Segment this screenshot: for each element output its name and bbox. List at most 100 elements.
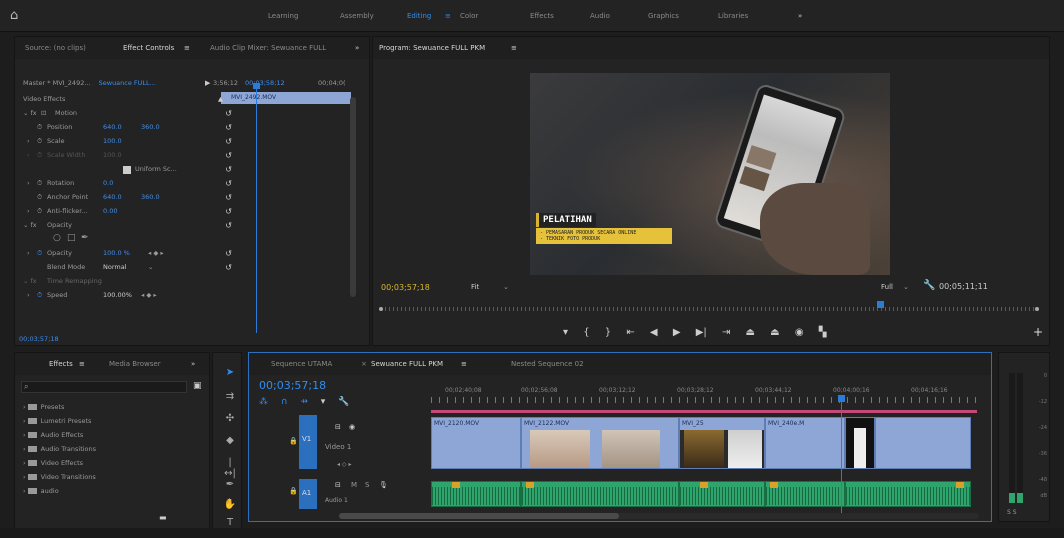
home-icon[interactable]: ⌂ [10,8,18,23]
bin-audio-effects[interactable]: › Audio Effects [23,431,83,445]
timeline-scrollbar[interactable] [339,513,979,519]
tab-close-icon[interactable]: × [361,360,367,368]
workspace-editing[interactable]: Editing [407,12,431,20]
clip-mvi-25[interactable]: MVI_25 [679,417,765,469]
bin-video-transitions[interactable]: › Video Transitions [23,473,96,487]
anchor-stopwatch-icon[interactable]: ⏱ [37,193,42,202]
scale-value[interactable]: 100.0 [103,137,122,145]
folder-icon[interactable]: ▬ [159,513,167,522]
position-x[interactable]: 640.0 [103,123,122,131]
opacity-stopwatch-icon[interactable]: ⏱ [37,249,42,258]
audio-clip-1[interactable] [431,481,521,507]
comparison-view-icon[interactable]: ▚ [819,327,827,338]
tab-timeline-menu-icon[interactable]: ≡ [461,360,467,368]
workspace-assembly[interactable]: Assembly [340,12,374,20]
fit-select[interactable]: Fit [471,283,479,291]
linked-selection-icon[interactable]: ⇸ [300,397,308,407]
go-to-in-icon[interactable]: ⇤ [626,327,634,338]
add-button-icon[interactable]: + [1033,325,1043,339]
speed-value[interactable]: 100.00% [103,291,132,299]
selection-tool-icon[interactable]: ➤ [223,367,237,378]
timeline-timecode[interactable]: 00;03;57;18 [259,379,326,392]
bin-video-effects[interactable]: › Video Effects [23,459,83,473]
track-select-tool-icon[interactable]: ⇉ [223,391,237,402]
pen-mask-icon[interactable]: ✒ [81,233,89,243]
workspace-audio[interactable]: Audio [590,12,610,20]
clip-mvi-240e[interactable]: MVI_240e.M [765,417,845,469]
mark-in-icon[interactable]: { [583,327,589,338]
tab-sequence-utama[interactable]: Sequence UTAMA [271,360,332,368]
reset-position-icon[interactable]: ↺ [225,123,232,132]
program-playhead[interactable] [877,301,884,308]
audio-clip-3[interactable] [679,481,765,507]
workspace-graphics[interactable]: Graphics [648,12,679,20]
reset-motion-icon[interactable]: ↺ [225,109,232,118]
tab-menu-icon[interactable]: ≡ [184,44,190,52]
meter-solo-buttons[interactable]: S S [1007,509,1017,516]
hand-tool-icon[interactable]: ✋ [223,499,237,510]
workspace-learning[interactable]: Learning [268,12,298,20]
step-forward-icon[interactable]: ▶| [696,327,707,338]
slip-tool-icon[interactable]: |↔| [223,457,237,479]
a1-solo-icon[interactable]: S [365,481,369,489]
reset-scale-icon[interactable]: ↺ [225,137,232,146]
clip-end[interactable] [875,417,971,469]
bin-audio[interactable]: › audio [23,487,59,501]
tab-sewuance-full[interactable]: Sewuance FULL PKM [371,360,443,368]
scale-stopwatch-icon[interactable]: ⏱ [37,137,42,146]
step-back-icon[interactable]: ◀ [650,327,658,338]
reset-rotation-icon[interactable]: ↺ [225,179,232,188]
rotation-value[interactable]: 0.0 [103,179,113,187]
position-stopwatch-icon[interactable]: ⏱ [37,123,42,132]
bin-lumetri-presets[interactable]: › Lumetri Presets [23,417,91,431]
blend-mode-select[interactable]: Normal [103,263,127,271]
speed-keyframe-nav[interactable]: ◂ ◆ ▸ [141,291,157,299]
reset-uniform-icon[interactable]: ↺ [225,165,232,174]
a1-target[interactable]: A1 [299,479,317,509]
speed-stopwatch-icon[interactable]: ⏱ [37,291,42,300]
quality-chevron-icon[interactable]: ⌄ [903,283,909,291]
v1-eye-icon[interactable]: ◉ [349,423,355,431]
audio-clip-2[interactable] [521,481,679,507]
v1-sync-lock-icon[interactable]: ⊟ [335,423,341,431]
razor-tool-icon[interactable]: ◆ [223,435,237,446]
workspace-more[interactable]: » [798,12,802,20]
program-menu-icon[interactable]: ≡ [511,44,517,52]
program-timecode[interactable]: 00;03;57;18 [381,283,430,292]
reset-blend-icon[interactable]: ↺ [225,263,232,272]
lift-icon[interactable]: ⏏ [746,327,755,338]
clip-dark[interactable] [845,417,875,469]
antiflicker-stopwatch-icon[interactable]: ⏱ [37,207,42,216]
add-marker-icon[interactable]: ▾ [563,327,568,338]
tab-overflow[interactable]: » [355,44,359,52]
rectangle-mask-icon[interactable]: □ [67,233,76,243]
play-only-icon[interactable]: ▶ [205,79,210,87]
rotation-stopwatch-icon[interactable]: ⏱ [37,179,42,188]
reset-opacity-icon[interactable]: ↺ [225,249,232,258]
opacity-value[interactable]: 100.0 % [103,249,130,257]
reset-scale-width-icon[interactable]: ↺ [225,151,232,160]
tab-effects-menu-icon[interactable]: ≡ [79,360,85,368]
work-area-bar[interactable] [431,410,977,413]
tab-audio-clip-mixer[interactable]: Audio Clip Mixer: Sewuance FULL [210,44,326,52]
fit-chevron-icon[interactable]: ⌄ [503,283,509,291]
bin-audio-transitions[interactable]: › Audio Transitions [23,445,96,459]
v1-target[interactable]: V1 [299,415,317,469]
tab-nested-sequence[interactable]: Nested Sequence 02 [511,360,584,368]
a1-lock-icon[interactable]: 🔒 [289,487,298,495]
uniform-scale-checkbox[interactable] [123,166,131,174]
a1-sync-lock-icon[interactable]: ⊟ [335,481,341,489]
timeline-ruler[interactable]: 00;02;40;08 00;02;56;08 00;03;12;12 00;0… [431,387,987,405]
v1-lock-icon[interactable]: 🔒 [289,437,298,445]
play-icon[interactable]: ▶ [673,327,681,338]
reset-antiflicker-icon[interactable]: ↺ [225,207,232,216]
tab-effect-controls[interactable]: Effect Controls [123,44,174,52]
ec-timecode[interactable]: 00;03;57;18 [19,335,59,343]
a1-mute-icon[interactable]: M [351,481,357,489]
workspace-libraries[interactable]: Libraries [718,12,748,20]
audio-clip-5[interactable] [845,481,971,507]
a1-mic-icon[interactable]: 🎙 [379,481,388,489]
reset-opacity-group-icon[interactable]: ↺ [225,221,232,230]
ripple-edit-tool-icon[interactable]: ✣ [223,413,237,424]
mark-out-icon[interactable]: } [605,327,611,338]
